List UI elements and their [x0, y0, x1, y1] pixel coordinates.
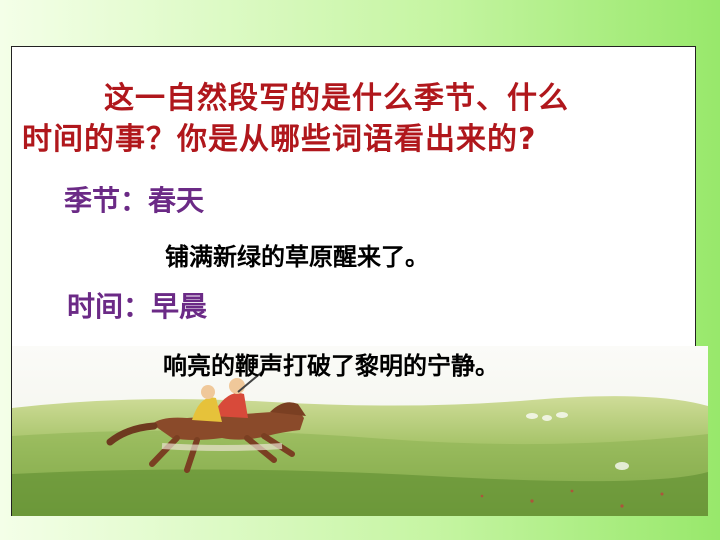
season-label: 季节：春天	[64, 184, 205, 217]
time-phrase: 响亮的鞭声打破了黎明的宁静。	[163, 352, 499, 380]
question-line-1: 这一自然段写的是什么季节、什么	[104, 81, 569, 116]
question-line-2: 时间的事？你是从哪些词语看出来的?	[22, 122, 537, 157]
white-horse-hint	[161, 443, 283, 451]
time-label: 时间：早晨	[67, 290, 208, 323]
season-phrase: 铺满新绿的草原醒来了。	[165, 243, 429, 271]
rider-back-head	[201, 385, 215, 399]
